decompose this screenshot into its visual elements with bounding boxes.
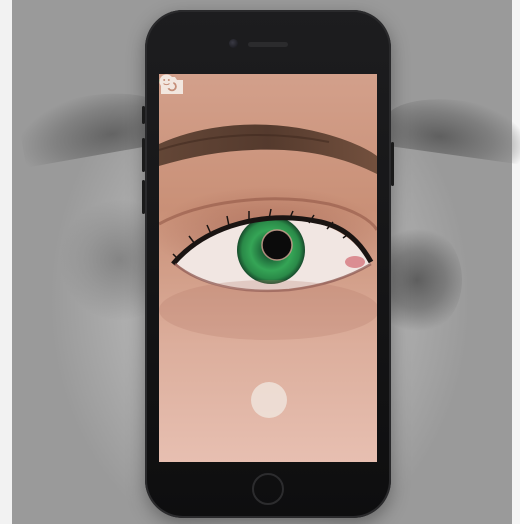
background-edge-right — [512, 0, 520, 524]
phone-power-button — [391, 142, 394, 186]
background-face — [0, 0, 520, 524]
phone-volume-down — [142, 180, 145, 214]
shutter-button[interactable] — [251, 382, 287, 418]
phone-volume-up — [142, 138, 145, 172]
camera-viewfinder[interactable] — [159, 74, 377, 462]
phone-device — [142, 10, 394, 518]
background-edge-left — [0, 0, 12, 524]
front-camera — [229, 39, 238, 48]
background-right-eyebrow — [381, 90, 520, 165]
home-button[interactable] — [252, 473, 284, 505]
face-icon[interactable] — [159, 74, 174, 89]
phone-mute-switch — [142, 106, 145, 124]
earpiece-speaker — [248, 42, 288, 47]
